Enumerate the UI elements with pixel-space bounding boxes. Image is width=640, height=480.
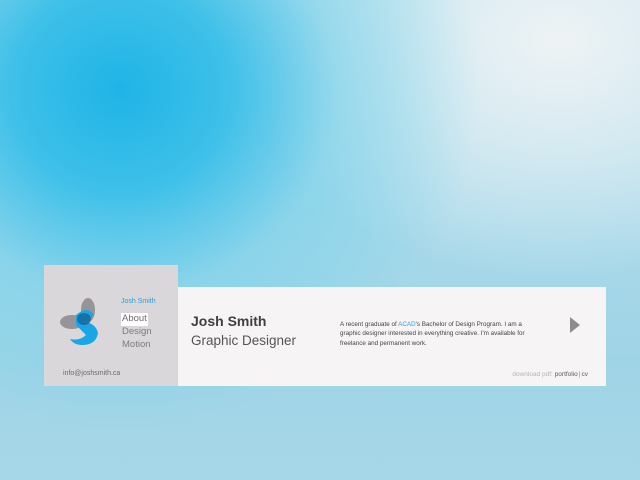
nav-owner-name[interactable]: Josh Smith [121, 298, 156, 305]
profile-name: Josh Smith [191, 313, 267, 329]
nav-item-design[interactable]: Design [121, 326, 156, 339]
acad-link[interactable]: ACAD [398, 321, 416, 328]
download-links: download pdf: portfolio|cv [512, 371, 588, 378]
play-arrow-icon[interactable] [570, 317, 580, 333]
download-label: download pdf: [512, 371, 553, 378]
nav-item-about[interactable]: About [121, 313, 148, 326]
logo-icon [60, 298, 98, 345]
email-link[interactable]: info@joshsmith.ca [63, 370, 120, 377]
main-nav: Josh Smith About Design Motion [121, 298, 156, 351]
cv-link[interactable]: cv [582, 371, 589, 378]
profile-card: Josh Smith Graphic Designer A recent gra… [178, 287, 606, 386]
bio-text-start: A recent graduate of [340, 321, 399, 328]
profile-title: Graphic Designer [191, 333, 297, 348]
sidebar-panel: Josh Smith About Design Motion info@josh… [44, 265, 178, 386]
portfolio-link[interactable]: portfolio [555, 371, 578, 378]
nav-item-motion[interactable]: Motion [121, 339, 156, 352]
profile-bio: A recent graduate of ACAD's Bachelor of … [340, 320, 540, 348]
